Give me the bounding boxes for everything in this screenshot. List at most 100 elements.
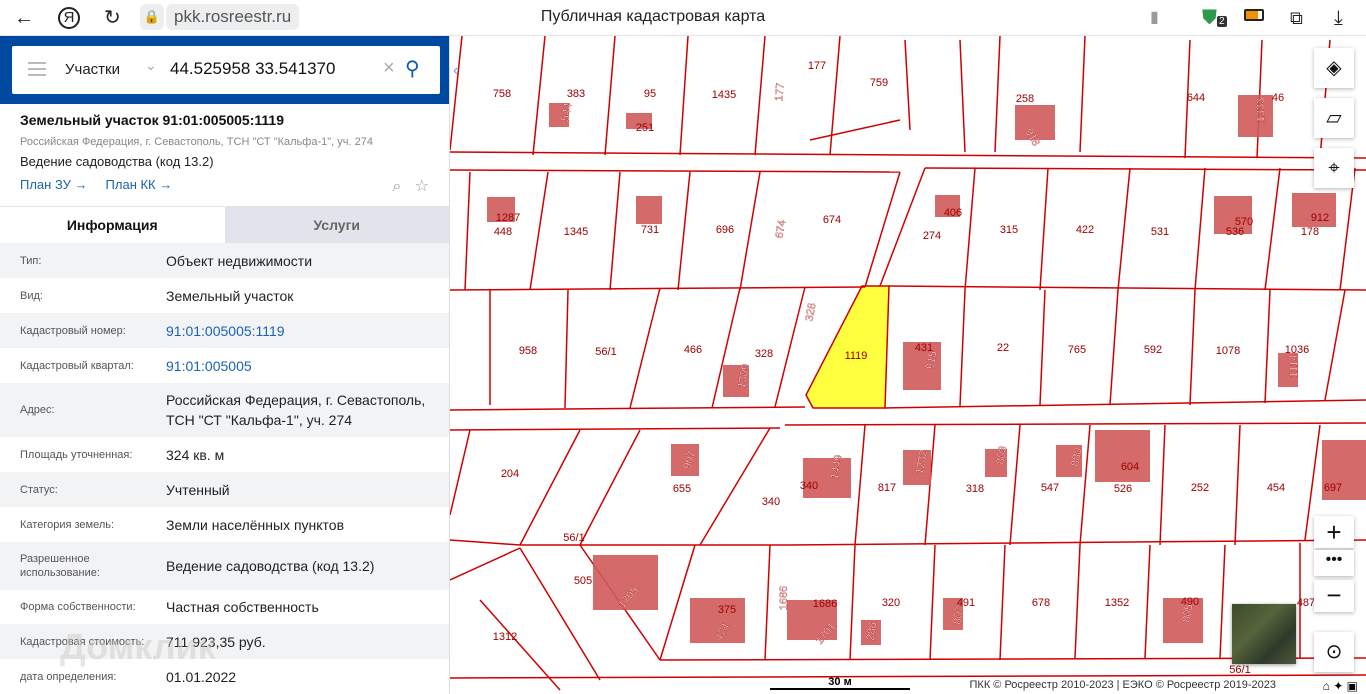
parcel-label: 204 [501,468,519,480]
parcel-label: 46 [1272,92,1284,104]
info-value[interactable]: 91:01:005005:1119 [166,321,449,341]
info-label: Вид: [20,289,43,302]
search-type-select[interactable]: Участки [65,61,120,78]
parcel-label: 592 [1144,344,1162,356]
parcel-boundary [1189,289,1196,406]
parcel-boundary [964,167,976,291]
info-value: Частная собственность [166,599,319,615]
parcel-label: 1345 [564,226,588,238]
parcel-boundary [774,286,806,408]
info-row: Категория земель: Земли населённых пункто… [0,507,449,542]
parcel-boundary [1219,544,1226,659]
parcel-boundary [1144,544,1151,659]
fullscreen-icon[interactable]: ▣ [1347,679,1358,693]
info-label: Кадастровый квартал: [20,359,134,372]
parcel-label: 422 [1076,224,1094,236]
parcel-label: 697 [1324,482,1342,494]
plan-zu-link[interactable]: План ЗУ → [20,177,88,192]
parcel-label: 1312 [493,631,517,643]
bookmark-icon[interactable]: ▮ [1150,6,1159,30]
info-row: Статус: Учтенный [0,472,449,507]
collapse-panel-icon[interactable]: ‹ [453,62,458,80]
search-box: Участки ⌄ × ⚲ [12,46,440,94]
download-icon[interactable]: ⤓ [1334,6,1343,30]
protect-shield-icon[interactable]: ⛊ 2 [1202,6,1227,34]
parcel-label: 328 [755,348,773,360]
parcel-boundary [879,167,926,287]
parcel-use: Ведение садоводства (код 13.2) [20,154,214,169]
plan-kk-link[interactable]: План КК → [106,177,173,192]
parcel-boundary [1234,424,1241,546]
info-label: Площадь уточненная: [20,448,133,461]
crosshair-icon[interactable]: ✦ [1333,679,1343,693]
info-label: Тип: [20,254,42,267]
parcel-boundary [924,167,1366,171]
parcel-boundary [450,286,866,291]
parcel-boundary [579,429,641,546]
parcel-label: 406 [944,207,962,219]
search-icon[interactable]: ⚲ [405,56,420,81]
basemap-thumbnail[interactable] [1232,604,1296,664]
building [636,196,662,224]
parcel-label: 251 [636,122,654,134]
parcel-label: 340 [800,480,818,492]
info-label: дата определения: [20,670,117,683]
parcel-label: 177 [808,60,826,72]
info-value[interactable]: 91:01:005005 [166,356,449,376]
zoom-out-button[interactable]: − [1314,580,1354,612]
zoom-in-button[interactable]: + [1314,516,1354,548]
map-canvas[interactable]: 758 383544952511435177177 759258918644 1333… [450,36,1366,694]
parcel-boundary [679,36,689,156]
info-table: Тип: Объект недвижимости Вид: Земельный уча… [0,243,449,694]
parcel-boundary [450,539,521,546]
tab-info[interactable]: Информация [0,207,225,243]
menu-icon[interactable] [28,62,46,76]
info-value: Российская Федерация, г. Севастополь, ТС… [166,392,426,428]
parcel-boundary [1079,36,1086,153]
parcel-boundary [1079,424,1091,546]
info-label: Адрес: [20,404,55,416]
parcel-address: Российская Федерация, г. Севастополь, ТС… [20,136,373,148]
battery-icon[interactable] [1244,9,1264,21]
attribution: ПКК © Росреестр 2010-2023 | ЕЭКО © Росре… [963,678,1366,694]
collections-icon[interactable]: ⧉ [1290,6,1303,30]
tab-services[interactable]: Услуги [224,207,449,243]
search-input[interactable] [170,59,370,79]
info-label: Категория земель: [20,518,115,531]
badge: 2 [1217,16,1227,27]
clear-icon[interactable]: × [383,57,395,80]
browser-toolbar: ← Я ↻ 🔒 pkk.rosreestr.ru Публичная кадас… [0,0,1366,36]
parcel-boundary [699,427,771,546]
parcel-label: 731 [641,224,659,236]
compass-button[interactable]: ⊙ [1314,632,1354,672]
building [803,458,851,498]
page-title: Публичная кадастровая карта [540,8,766,25]
parcel-boundary [609,171,621,291]
chevron-down-icon[interactable]: ⌄ [145,57,157,74]
parcel-boundary [1264,167,1281,291]
parcel-boundary [1324,289,1346,401]
parcel-label: 544 [559,102,574,122]
parcel-boundary [450,547,521,581]
parcel-boundary [959,39,966,153]
parcel-boundary [450,36,463,151]
home-icon[interactable]: ⌂ [1323,679,1330,693]
info-label: Кадастровый номер: [20,324,126,337]
locate-button[interactable]: ⌖ [1314,148,1354,188]
info-row: Адрес: Российская Федерация, г. Севастопо… [0,383,449,437]
parcel-boundary [564,289,569,409]
layers-button[interactable]: ◈ [1314,48,1354,88]
cadastral-map[interactable]: 758 383 544 95 251 1435 177 177 759 258 918 644 1333… [450,36,1366,694]
parcel-boundary [519,547,601,681]
parcel-boundary [1159,424,1166,546]
parcel-label: 1036 [1285,344,1309,356]
star-icon[interactable]: ☆ [415,178,429,195]
parcel-boundary [904,39,911,131]
find-on-map-icon[interactable]: ⌕ [392,178,401,195]
parcel-label: 765 [1068,344,1086,356]
info-value: 01.01.2022 [166,668,237,685]
ruler-button[interactable]: ▱ [1314,98,1354,138]
more-button[interactable]: ••• [1314,550,1354,576]
parcel-label: 759 [870,77,888,89]
parcel-label: 318 [966,483,984,495]
